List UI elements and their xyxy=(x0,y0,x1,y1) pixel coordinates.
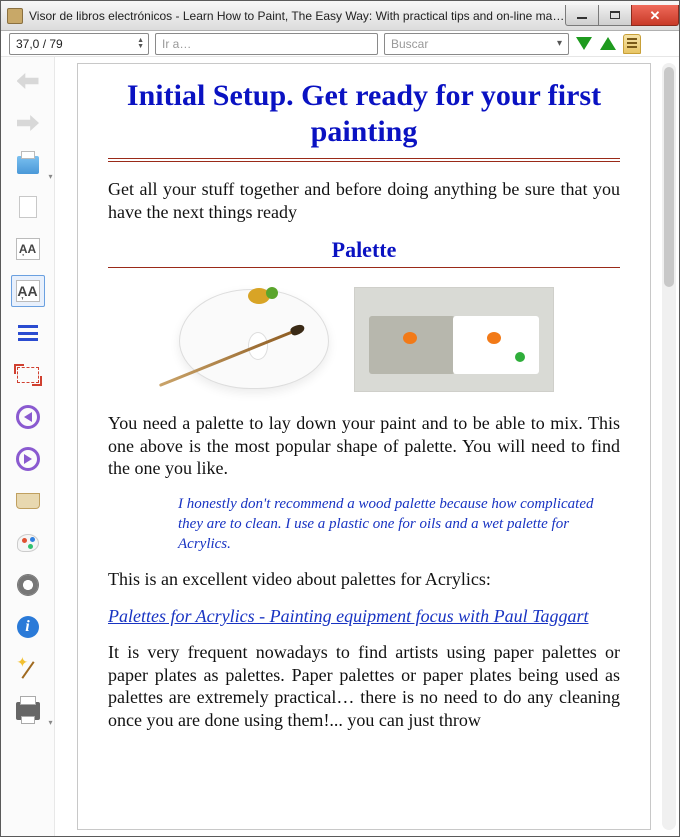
list-icon xyxy=(18,325,38,341)
metadata-button[interactable]: i xyxy=(11,611,45,643)
circle-arrow-left-icon xyxy=(16,405,40,429)
fullscreen-button[interactable] xyxy=(11,359,45,391)
palette-photo xyxy=(354,287,554,392)
nav-back-button[interactable] xyxy=(11,65,45,97)
palette-paragraph: You need a palette to lay down your pain… xyxy=(108,412,620,480)
app-icon xyxy=(7,8,23,24)
toc-button[interactable] xyxy=(11,317,45,349)
triangle-up-icon xyxy=(600,37,616,50)
chevron-down-icon: ▾ xyxy=(48,718,52,727)
page-icon xyxy=(19,196,37,218)
page-number-value: 37,0 / 79 xyxy=(16,37,63,51)
prev-match-button[interactable] xyxy=(599,35,617,53)
section-heading: Palette xyxy=(108,237,620,263)
lookup-button[interactable] xyxy=(11,653,45,685)
info-icon: i xyxy=(17,616,39,638)
spinner-buttons[interactable]: ▲▼ xyxy=(137,38,144,50)
arrow-left-icon xyxy=(17,73,39,89)
minimize-button[interactable] xyxy=(565,5,599,26)
reading-mode-button[interactable] xyxy=(623,34,641,54)
circle-arrow-right-icon xyxy=(16,447,40,471)
printer-icon xyxy=(16,702,40,720)
toolbar: 37,0 / 79 ▲▼ Ir a… Buscar ▾ xyxy=(1,31,679,57)
open-book-icon xyxy=(16,493,40,509)
arrow-right-icon xyxy=(17,115,39,131)
fullscreen-icon xyxy=(17,367,39,383)
page-number-spinner[interactable]: 37,0 / 79 ▲▼ xyxy=(9,33,149,55)
print-button[interactable] xyxy=(11,695,45,727)
body-area: ▾ A͎A A͎A i ▾ Initial Setup. Get ready f… xyxy=(1,57,679,836)
author-note: I honestly don't recommend a wood palett… xyxy=(178,494,610,555)
font-decrease-button[interactable]: A͎A xyxy=(11,233,45,265)
video-link[interactable]: Palettes for Acrylics - Painting equipme… xyxy=(108,605,620,628)
content-viewport: Initial Setup. Get ready for your first … xyxy=(55,57,679,836)
sidebar: ▾ A͎A A͎A i ▾ xyxy=(1,57,55,836)
font-increase-button[interactable]: A͎A xyxy=(11,275,45,307)
history-back-button[interactable] xyxy=(11,401,45,433)
window-buttons: ✕ xyxy=(566,5,679,26)
wand-icon xyxy=(17,658,39,680)
book-page: Initial Setup. Get ready for your first … xyxy=(77,63,651,830)
history-forward-button[interactable] xyxy=(11,443,45,475)
font-small-icon: A͎A xyxy=(16,238,40,260)
palette-illustration xyxy=(174,284,334,394)
book-device-icon xyxy=(17,156,39,174)
video-intro-paragraph: This is an excellent video about palette… xyxy=(108,568,620,591)
goto-input[interactable]: Ir a… xyxy=(155,33,378,55)
chapter-heading: Initial Setup. Get ready for your first … xyxy=(108,78,620,150)
chevron-down-icon: ▾ xyxy=(557,38,562,49)
search-placeholder: Buscar xyxy=(391,37,428,51)
nav-forward-button[interactable] xyxy=(11,107,45,139)
theme-button[interactable] xyxy=(11,527,45,559)
close-button[interactable]: ✕ xyxy=(631,5,679,26)
open-book-button[interactable] xyxy=(11,149,45,181)
reference-mode-button[interactable] xyxy=(11,485,45,517)
palette-icon xyxy=(17,534,39,552)
minimize-icon xyxy=(577,17,587,19)
section-rule xyxy=(108,267,620,268)
intro-paragraph: Get all your stuff together and before d… xyxy=(108,178,620,223)
heading-rule xyxy=(108,158,620,162)
next-match-button[interactable] xyxy=(575,35,593,53)
close-icon: ✕ xyxy=(650,9,661,22)
maximize-icon xyxy=(610,11,620,19)
preferences-button[interactable] xyxy=(11,569,45,601)
window-title: Visor de libros electrónicos - Learn How… xyxy=(29,9,566,23)
font-large-icon: A͎A xyxy=(16,280,40,302)
chevron-down-icon: ▾ xyxy=(48,172,52,181)
search-input[interactable]: Buscar ▾ xyxy=(384,33,569,55)
gear-icon xyxy=(18,575,38,595)
copy-button[interactable] xyxy=(11,191,45,223)
scrollbar-thumb[interactable] xyxy=(664,67,674,287)
triangle-down-icon xyxy=(576,37,592,50)
maximize-button[interactable] xyxy=(598,5,632,26)
scrollbar-track[interactable] xyxy=(662,63,676,830)
app-window: Visor de libros electrónicos - Learn How… xyxy=(0,0,680,837)
titlebar: Visor de libros electrónicos - Learn How… xyxy=(1,1,679,31)
goto-placeholder: Ir a… xyxy=(162,37,191,51)
illustration-row xyxy=(108,284,620,394)
paper-palette-paragraph: It is very frequent nowadays to find art… xyxy=(108,641,620,731)
